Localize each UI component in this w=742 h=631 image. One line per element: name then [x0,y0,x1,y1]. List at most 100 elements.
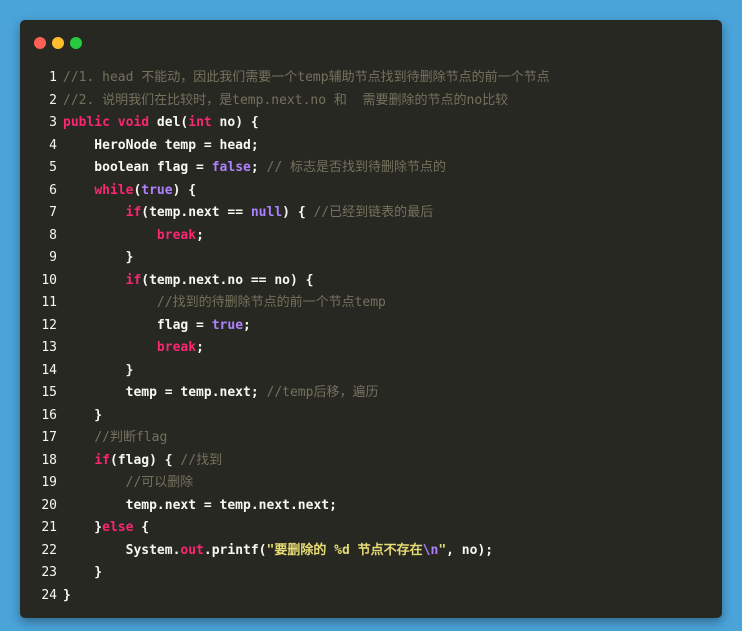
line-number: 21 [41,520,57,535]
code-token: ) { [172,182,197,198]
code-token: "要删除的 %d 节点不存在 [266,542,423,558]
code-line: 15 temp = temp.next; //temp后移，遍历 [20,382,722,405]
code-window: 1 //1. head 不能动，因此我们需要一个temp辅助节点找到待删除节点的前… [20,20,722,618]
code-token: (temp.next == [141,205,251,220]
line-number: 20 [41,497,57,513]
code-token: ; [250,160,267,175]
code-token: } [63,520,103,535]
code-text: //判断flag [63,427,167,450]
code-token: true [211,317,244,333]
code-line: 14 } [20,360,722,383]
line-number: 6 [49,182,57,198]
code-token: else [102,520,134,535]
code-text: } [63,585,71,608]
code-line: 3 public void del(int no) { [20,112,722,135]
code-text: break; [63,337,204,360]
code-token: ; [243,317,251,333]
code-text: } [63,562,102,585]
code-line: 16 } [20,405,722,428]
code-line: 8 break; [20,225,722,248]
line-number: 4 [49,137,57,153]
minimize-window-button[interactable] [52,37,64,49]
code-text: } [63,360,134,383]
maximize-window-button[interactable] [70,37,82,49]
code-line: 9 } [20,247,722,270]
code-token: temp.next = temp.next.next; [63,497,337,513]
code-text: //2. 说明我们在比较时，是temp.next.no 和 需要删除的节点的no… [63,90,508,113]
window-titlebar [20,20,722,60]
code-token: //1. head 不能动，因此我们需要一个temp辅助节点找到待删除节点的前一… [63,70,550,85]
line-number: 11 [41,295,57,310]
code-text: if(temp.next.no == no) { [63,270,314,293]
code-line: 17 //判断flag [20,427,722,450]
code-token: // 标志是否找到待删除节点的 [266,160,446,175]
code-token: //temp后移，遍历 [266,385,379,400]
code-token: void [117,115,150,130]
code-token: } [63,407,103,423]
line-number: 13 [41,340,57,355]
line-number: 10 [41,272,57,288]
code-line: 7 if(temp.next == null) { //已经到链表的最后 [20,202,722,225]
line-number: 5 [49,160,57,175]
line-number: 19 [41,475,57,490]
code-text: //可以删除 [63,472,194,495]
close-window-button[interactable] [34,37,46,49]
code-token: .printf( [203,542,267,558]
line-number: 3 [49,115,57,130]
code-token: int [188,115,212,130]
code-token: out [180,542,204,558]
code-token: if [125,272,142,288]
code-token: //判断flag [94,430,168,445]
code-token: public [63,115,110,130]
code-text: boolean flag = false; // 标志是否找到待删除节点的 [63,157,446,180]
line-number: 23 [41,565,57,580]
code-token: boolean flag = [63,160,212,175]
code-token: } [63,565,103,580]
code-line: 13 break; [20,337,722,360]
line-number: 14 [41,362,57,378]
code-line: 19 //可以删除 [20,472,722,495]
code-text: } [63,405,102,428]
code-token: break [156,340,197,355]
code-token: if [94,452,110,468]
code-token: //可以删除 [125,475,194,490]
code-token: } [63,250,134,265]
code-token: false [211,160,251,175]
code-line: 22 System.out.printf("要删除的 %d 节点不存在\n", … [20,540,722,563]
code-token: HeroNode temp = head; [63,137,259,153]
code-text: temp = temp.next; //temp后移，遍历 [63,382,379,405]
code-token: " [438,542,447,558]
code-token: //找到 [180,452,223,468]
code-token: (temp.next.no == no) { [141,272,314,288]
code-token: //找到的待删除节点的前一个节点temp [156,295,386,310]
code-text: if(temp.next == null) { //已经到链表的最后 [63,202,434,225]
code-token: del( [149,115,189,130]
code-text: temp.next = temp.next.next; [63,495,337,518]
code-token: System. [63,542,181,558]
code-line: 18 if(flag) { //找到 [20,450,722,473]
line-number: 8 [49,227,57,243]
code-text: HeroNode temp = head; [63,135,259,158]
code-token: ; [196,340,204,355]
code-block: 1 //1. head 不能动，因此我们需要一个temp辅助节点找到待删除节点的前… [20,67,722,607]
code-text: //1. head 不能动，因此我们需要一个temp辅助节点找到待删除节点的前一… [63,67,550,90]
code-text: flag = true; [63,315,251,338]
line-number: 24 [41,587,57,603]
code-line: 12 flag = true; [20,315,722,338]
code-token: (flag) { [109,452,181,468]
code-token: if [125,205,142,220]
code-token: , no); [446,542,494,558]
code-token: } [63,362,134,378]
code-line: 24} [20,585,722,608]
code-line: 5 boolean flag = false; // 标志是否找到待删除节点的 [20,157,722,180]
code-token: } [63,587,71,603]
code-text: if(flag) { //找到 [63,450,222,473]
code-token: { [133,520,150,535]
line-number: 9 [49,250,57,265]
